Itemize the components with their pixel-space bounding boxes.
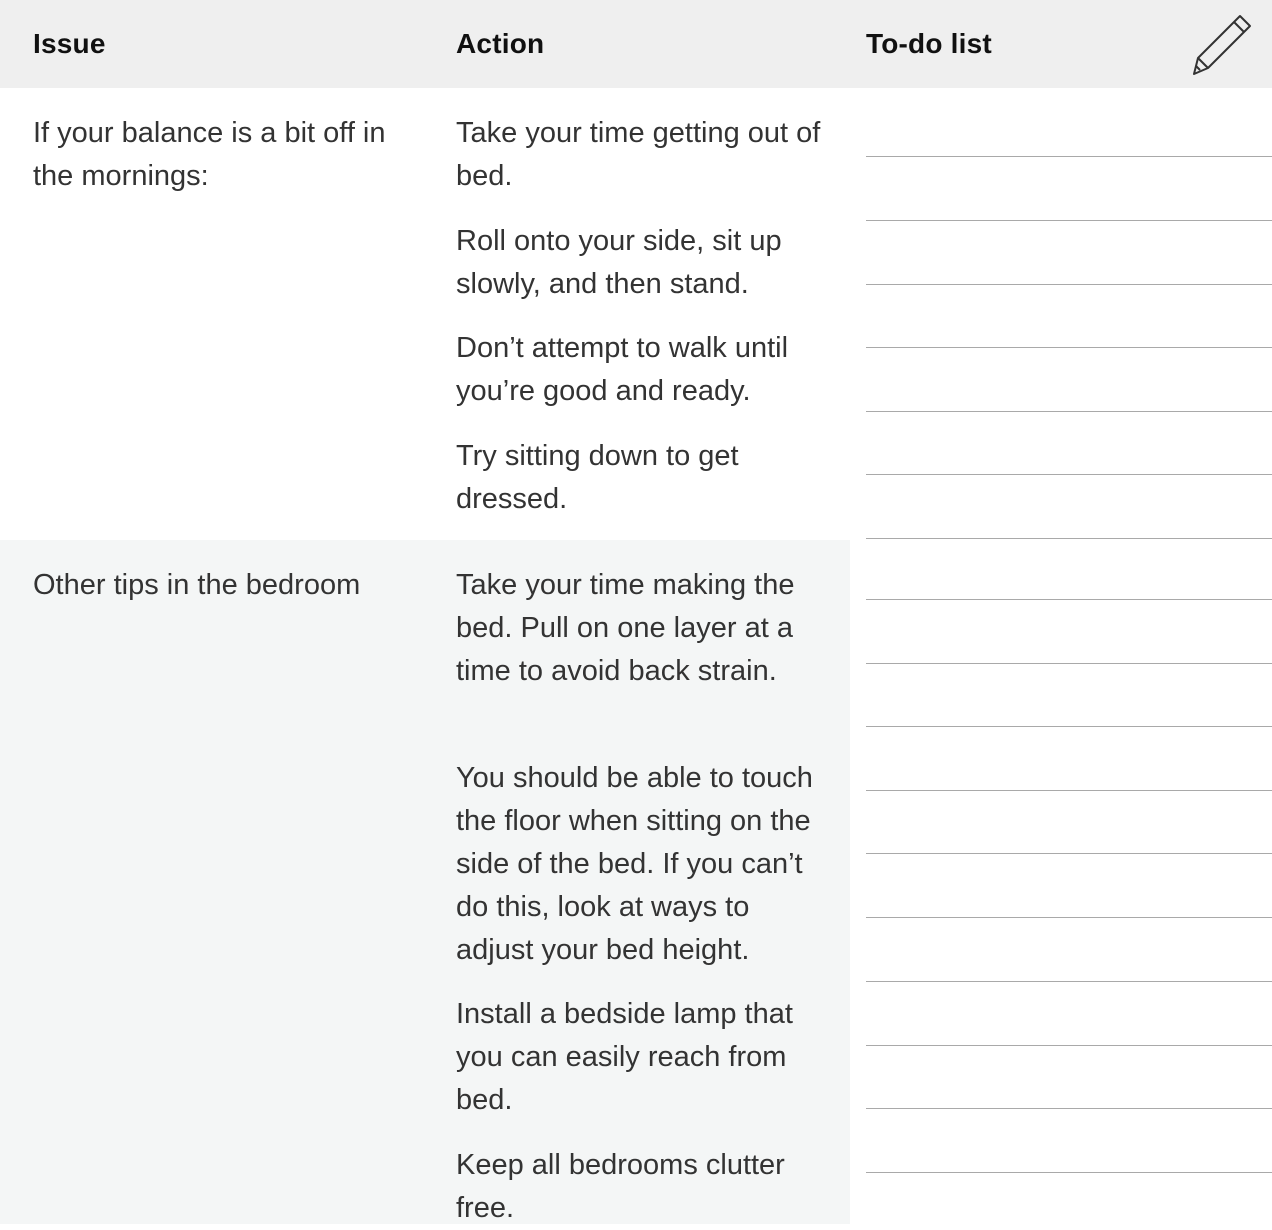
todo-line[interactable] bbox=[866, 220, 1272, 221]
issue-bedroom-tips: Other tips in the bedroom bbox=[33, 569, 361, 601]
issue-balance: If your balance is a bit off in the morn… bbox=[33, 117, 386, 192]
action-item: Keep all bedrooms clutter free. bbox=[456, 1149, 785, 1224]
todo-line[interactable] bbox=[866, 411, 1272, 412]
todo-line[interactable] bbox=[866, 347, 1272, 348]
column-header-action: Action bbox=[456, 28, 545, 59]
todo-line[interactable] bbox=[866, 1172, 1272, 1173]
action-item: Roll onto your side, sit up slowly, and … bbox=[456, 225, 782, 300]
todo-line[interactable] bbox=[866, 663, 1272, 664]
todo-line[interactable] bbox=[866, 284, 1272, 285]
action-item: Take your time making the bed. Pull on o… bbox=[456, 569, 795, 687]
todo-line[interactable] bbox=[866, 981, 1272, 982]
todo-line[interactable] bbox=[866, 917, 1272, 918]
todo-line[interactable] bbox=[866, 538, 1272, 539]
action-item: Install a bedside lamp that you can easi… bbox=[456, 998, 793, 1116]
todo-line[interactable] bbox=[866, 474, 1272, 475]
action-item: Try sitting down to get dressed. bbox=[456, 440, 739, 515]
todo-line[interactable] bbox=[866, 726, 1272, 727]
pencil-icon bbox=[1193, 15, 1251, 75]
todo-line[interactable] bbox=[866, 853, 1272, 854]
todo-line[interactable] bbox=[866, 790, 1272, 791]
column-header-todo: To-do list bbox=[866, 28, 992, 59]
column-header-issue: Issue bbox=[33, 28, 106, 59]
table-header: Issue Action To-do list bbox=[0, 0, 1272, 88]
action-item: You should be able to touch the floor wh… bbox=[456, 762, 813, 966]
todo-line[interactable] bbox=[866, 1108, 1272, 1109]
todo-line[interactable] bbox=[866, 156, 1272, 157]
action-item: Take your time getting out of bed. bbox=[456, 117, 821, 192]
todo-line[interactable] bbox=[866, 599, 1272, 600]
todo-line[interactable] bbox=[866, 1045, 1272, 1046]
action-item: Don’t attempt to walk until you’re good … bbox=[456, 332, 789, 407]
